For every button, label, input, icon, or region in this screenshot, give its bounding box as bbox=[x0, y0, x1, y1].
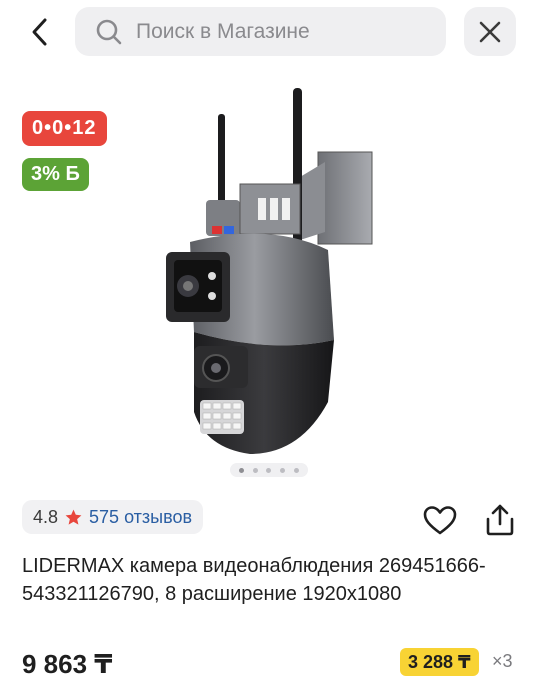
heart-icon bbox=[423, 506, 457, 535]
back-button[interactable] bbox=[22, 12, 58, 52]
carousel-dot[interactable] bbox=[238, 467, 244, 473]
reviews-link[interactable]: 575 отзывов bbox=[89, 507, 192, 528]
rating-value: 4.8 bbox=[33, 506, 59, 527]
top-bar: Поиск в Магазине bbox=[0, 0, 539, 64]
bonus-badge: 3% Б bbox=[22, 158, 89, 191]
installment-badge[interactable]: 3 288 ₸ bbox=[400, 648, 479, 676]
share-button[interactable] bbox=[484, 503, 516, 537]
carousel-dot[interactable] bbox=[294, 467, 300, 473]
close-icon bbox=[479, 21, 501, 42]
carousel-dots[interactable] bbox=[230, 463, 308, 477]
carousel-dot[interactable] bbox=[252, 467, 258, 473]
product-price: 9 863 ₸ bbox=[22, 649, 113, 679]
star-icon bbox=[65, 509, 82, 525]
carousel-dot[interactable] bbox=[280, 467, 286, 473]
countdown-badge: 0•0•12 bbox=[22, 111, 107, 146]
search-placeholder: Поиск в Магазине bbox=[136, 19, 310, 43]
installment-multiplier: ×3 bbox=[492, 651, 513, 671]
carousel-dot[interactable] bbox=[266, 467, 272, 473]
product-title: LIDERMAX камера видеонаблюдения 26945166… bbox=[22, 555, 486, 605]
close-button[interactable] bbox=[464, 7, 516, 56]
search-input[interactable]: Поиск в Магазине bbox=[75, 7, 446, 56]
product-image[interactable] bbox=[150, 82, 390, 462]
rating-chip[interactable]: 4.8 575 отзывов bbox=[22, 500, 204, 534]
chevron-left-icon bbox=[32, 18, 47, 46]
share-icon bbox=[486, 504, 514, 536]
favorite-button[interactable] bbox=[423, 505, 457, 537]
search-icon bbox=[96, 19, 122, 44]
